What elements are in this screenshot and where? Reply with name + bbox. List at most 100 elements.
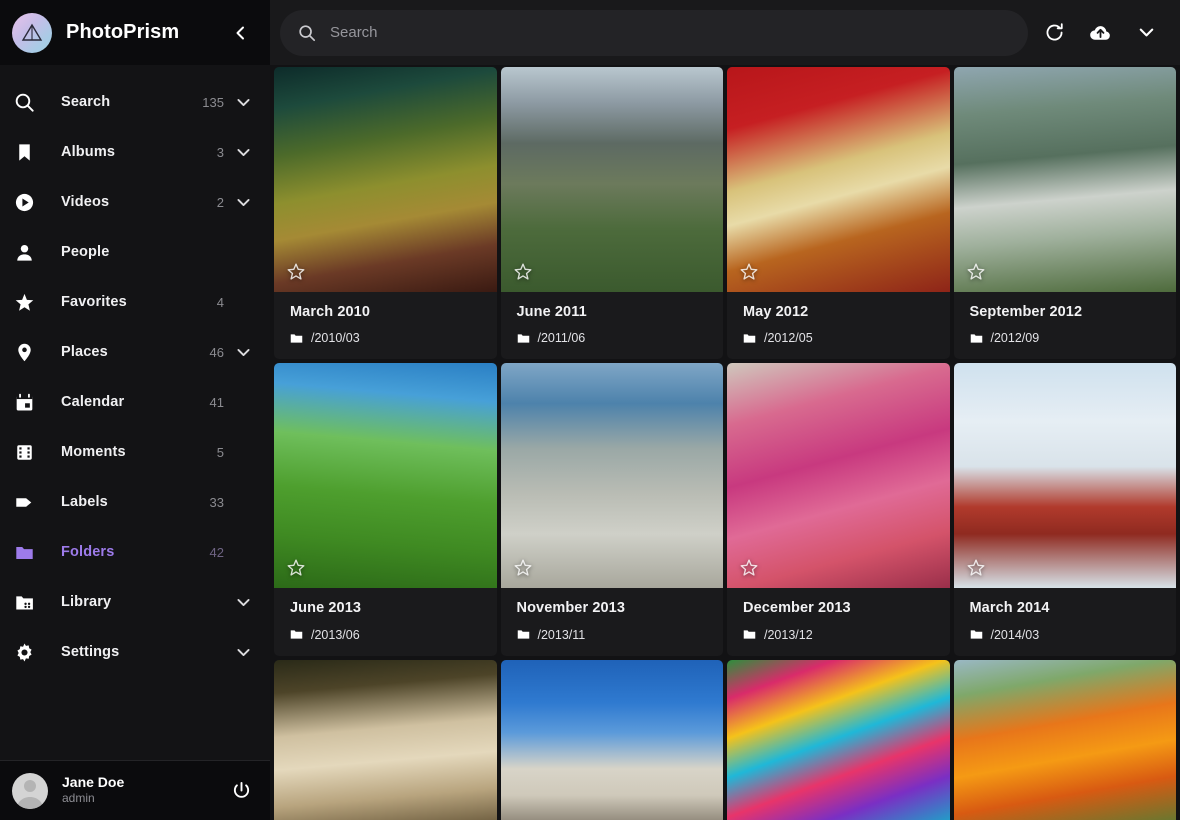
star-outline-icon[interactable] (739, 262, 759, 282)
folder-thumbnail[interactable] (500, 659, 723, 820)
sidebar-item-label: Albums (61, 144, 116, 160)
avatar[interactable] (12, 772, 48, 809)
folder-path: /2012/05 (764, 331, 813, 346)
folder-title: March 2014 (969, 600, 1050, 617)
folder-title: June 2011 (516, 304, 587, 320)
sidebar-item-count: 2 (216, 194, 224, 210)
sidebar-item-label: Labels (61, 494, 108, 510)
sidebar-item-label: Favorites (61, 294, 127, 310)
more-menu-button[interactable] (1126, 13, 1166, 53)
folder-card[interactable]: May 2012/2012/05 (727, 67, 950, 360)
sidebar-item-label: Library (61, 594, 112, 610)
folder-title: June 2013 (290, 600, 362, 617)
folder-card-body: June 2013/2013/06 (274, 588, 497, 655)
sidebar-item-calendar[interactable]: Calendar 41 (0, 377, 270, 427)
sidebar-item-label: People (61, 244, 110, 260)
sidebar-item-settings[interactable]: Settings (0, 627, 270, 677)
thumbnail-image (500, 67, 723, 292)
reload-button[interactable] (1034, 13, 1074, 53)
search-bar[interactable] (280, 9, 1028, 56)
folder-card-body: December 2013/2013/12 (727, 588, 950, 655)
sidebar-item-videos[interactable]: Videos 2 (0, 177, 270, 227)
sidebar-item-label: Folders (61, 544, 115, 560)
sidebar-item-albums[interactable]: Albums 3 (0, 127, 270, 177)
search-input[interactable] (330, 24, 1010, 41)
folder-card[interactable]: December 2013/2013/12 (727, 363, 950, 656)
thumbnail-image (727, 363, 950, 589)
folder-card[interactable]: November 2013/2013/11 (500, 363, 723, 656)
folder-path: /2013/06 (311, 627, 360, 642)
folder-path-row: /2012/05 (743, 331, 934, 345)
sidebar-item-search[interactable]: Search 135 (0, 77, 270, 127)
folder-path-row: /2010/03 (290, 331, 481, 345)
sidebar-item-labels[interactable]: Labels 33 (0, 477, 270, 527)
sidebar-header: PhotoPrism (0, 0, 270, 65)
sidebar-item-favorites[interactable]: Favorites 4 (0, 277, 270, 327)
chevron-left-icon[interactable] (226, 18, 256, 48)
folder-thumbnail[interactable] (953, 67, 1176, 292)
calendar-icon (14, 390, 42, 414)
folder-card[interactable]: June 2011/2011/06 (500, 67, 723, 360)
folder-card[interactable]: March 2010/2010/03 (274, 67, 497, 360)
folder-thumbnail[interactable] (274, 659, 497, 820)
folders-grid-scroll[interactable]: March 2010/2010/03 June 2011/2011/06 May 2… (270, 65, 1180, 820)
upload-button[interactable] (1080, 13, 1120, 53)
photoprism-app: PhotoPrism Search 135 Albums 3 Videos 2 People… (0, 0, 1180, 820)
sidebar-nav: Search 135 Albums 3 Videos 2 People Favorites 4 P… (0, 65, 270, 760)
chevron-down-icon[interactable] (232, 144, 254, 161)
thumbnail-image (953, 363, 1176, 589)
folder-thumbnail[interactable] (727, 67, 950, 292)
star-outline-icon[interactable] (286, 262, 306, 282)
folder-card[interactable]: June 2013/2013/06 (274, 363, 497, 656)
folder-icon (970, 332, 983, 345)
sidebar-item-label: Calendar (61, 394, 125, 410)
folder-thumbnail[interactable] (953, 659, 1176, 820)
folder-card[interactable]: March 2014/2014/03 (953, 363, 1177, 656)
folder-thumbnail[interactable] (727, 363, 950, 589)
chevron-down-icon[interactable] (232, 594, 254, 611)
chevron-down-icon[interactable] (232, 644, 254, 661)
folder-title: March 2010 (290, 304, 370, 320)
chevron-down-icon[interactable] (232, 194, 254, 211)
sidebar-item-people[interactable]: People (0, 227, 270, 277)
folder-thumbnail[interactable] (274, 67, 497, 292)
sidebar-item-count: 33 (209, 494, 224, 510)
folder-card-body: September 2012/2012/09 (954, 292, 1177, 359)
sidebar-item-moments[interactable]: Moments 5 (0, 427, 270, 477)
folder-path-row: /2013/11 (517, 628, 708, 642)
thumbnail-image (274, 363, 497, 589)
sidebar-item-places[interactable]: Places 46 (0, 327, 270, 377)
folder-card[interactable] (727, 659, 950, 820)
folder-thumbnail[interactable] (500, 363, 723, 589)
folder-path-row: /2013/12 (743, 628, 934, 642)
star-outline-icon[interactable] (286, 558, 306, 578)
map-pin-icon (14, 340, 42, 364)
folder-card-body: March 2014/2014/03 (954, 588, 1177, 655)
folder-path-row: /2014/03 (970, 628, 1161, 642)
sidebar-item-library[interactable]: Library (0, 577, 270, 627)
folder-thumbnail[interactable] (727, 659, 950, 820)
star-outline-icon[interactable] (966, 558, 986, 578)
chevron-down-icon[interactable] (232, 344, 254, 361)
folder-card[interactable] (953, 659, 1176, 820)
folder-icon (14, 540, 42, 564)
sidebar-item-count: 41 (209, 394, 224, 410)
power-icon[interactable] (228, 778, 254, 804)
search-icon (14, 90, 42, 114)
user-role: admin (62, 791, 95, 806)
folder-card[interactable]: September 2012/2012/09 (953, 67, 1177, 360)
star-outline-icon[interactable] (513, 558, 533, 578)
sidebar-item-folders[interactable]: Folders 42 (0, 527, 270, 577)
star-outline-icon[interactable] (966, 262, 986, 282)
star-outline-icon[interactable] (513, 262, 533, 282)
sidebar-item-count: 5 (216, 444, 224, 460)
folder-thumbnail[interactable] (500, 67, 723, 292)
folder-icon (290, 332, 303, 345)
folder-card[interactable] (500, 659, 723, 820)
folder-card[interactable] (274, 659, 497, 820)
bookmark-icon (14, 140, 42, 164)
star-outline-icon[interactable] (739, 558, 759, 578)
folder-thumbnail[interactable] (274, 363, 497, 589)
folder-thumbnail[interactable] (953, 363, 1176, 589)
chevron-down-icon[interactable] (232, 94, 254, 111)
